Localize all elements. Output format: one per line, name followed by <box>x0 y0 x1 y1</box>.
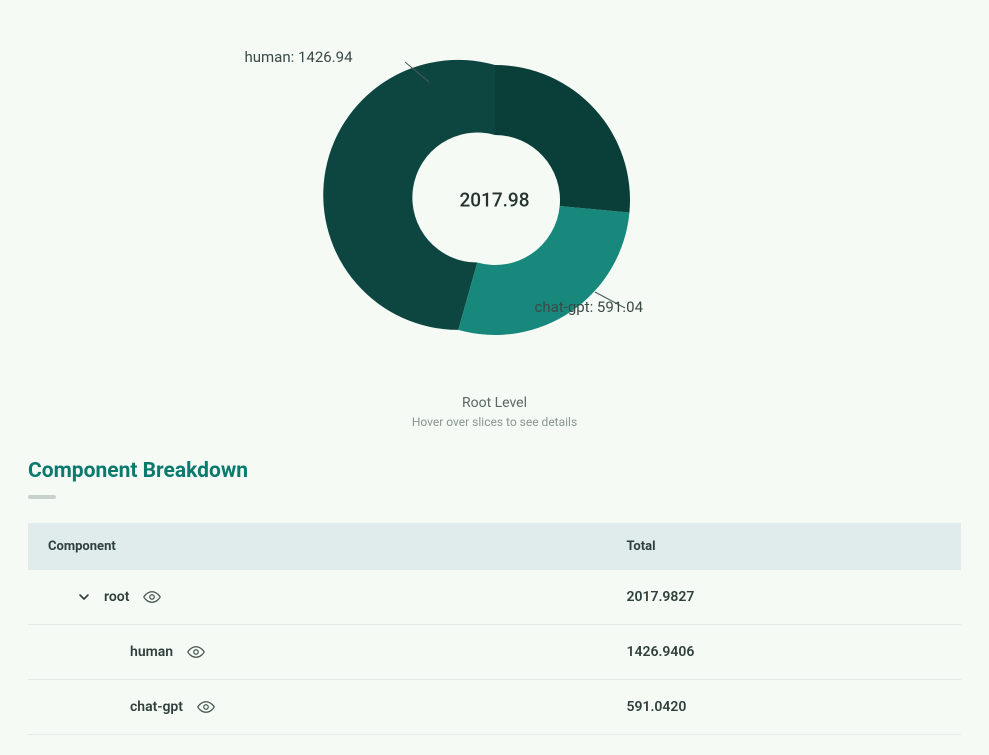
header-total: Total <box>606 523 961 570</box>
table-header-row: Component Total <box>28 523 961 570</box>
chart-area: 2017.98 human: 1426.94 chat-gpt: 591.04 … <box>0 0 989 429</box>
row-total: 591.0420 <box>606 680 961 735</box>
donut-center-total: 2017.98 <box>459 189 529 212</box>
breakdown-table: Component Total root 2017. <box>28 523 961 735</box>
table-row[interactable]: human 1426.9406 <box>28 625 961 680</box>
table-row[interactable]: root 2017.9827 <box>28 570 961 625</box>
caption-main: Root Level <box>412 395 577 411</box>
row-name: human <box>130 644 173 660</box>
slice-chat-gpt[interactable] <box>458 206 629 335</box>
eye-icon[interactable] <box>197 698 215 716</box>
chevron-down-icon[interactable] <box>78 591 90 603</box>
row-name: chat-gpt <box>130 699 183 715</box>
section-title: Component Breakdown <box>28 459 961 483</box>
caption-sub: Hover over slices to see details <box>412 415 577 429</box>
table-row[interactable]: chat-gpt 591.0420 <box>28 680 961 735</box>
header-component: Component <box>28 523 606 570</box>
row-total: 1426.9406 <box>606 625 961 680</box>
chart-caption: Root Level Hover over slices to see deta… <box>412 395 577 429</box>
eye-icon[interactable] <box>187 643 205 661</box>
row-name: root <box>104 589 129 605</box>
section-rule <box>28 495 56 499</box>
donut-chart[interactable]: 2017.98 human: 1426.94 chat-gpt: 591.04 <box>295 50 695 350</box>
eye-icon[interactable] <box>143 588 161 606</box>
leader-chatgpt <box>595 292 625 308</box>
row-total: 2017.9827 <box>606 570 961 625</box>
breakdown-section: Component Breakdown Component Total root <box>0 459 989 735</box>
